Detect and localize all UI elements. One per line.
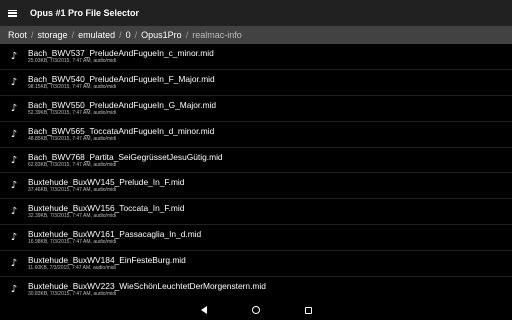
file-row[interactable]: ♪ Buxtehude_BuxWV223_WieSchönLeuchtetDer… xyxy=(0,277,512,300)
file-name: Bach_BWV565_ToccataAndFugueIn_d_minor.mi… xyxy=(28,125,215,136)
file-name: Bach_BWV537_PreludeAndFugueIn_c_minor.mi… xyxy=(28,47,214,58)
file-row[interactable]: ♪ Bach_BWV768_Partita_SeiGegrüssetJesuGü… xyxy=(0,148,512,174)
file-name: Bach_BWV540_PreludeAndFugueIn_F_Major.mi… xyxy=(28,73,215,84)
music-note-icon: ♪ xyxy=(10,128,18,140)
breadcrumb-separator: / xyxy=(71,30,75,40)
music-note-icon: ♪ xyxy=(10,50,18,62)
file-row[interactable]: ♪ Bach_BWV550_PreludeAndFugueIn_G_Major.… xyxy=(0,96,512,122)
breadcrumb-separator: / xyxy=(185,30,189,40)
file-row[interactable]: ♪ Bach_BWV537_PreludeAndFugueIn_c_minor.… xyxy=(0,44,512,70)
music-note-icon: ♪ xyxy=(10,283,18,295)
app-title: Opus #1 Pro File Selector xyxy=(30,8,140,18)
hamburger-menu-icon[interactable] xyxy=(8,9,17,17)
file-meta: 25.03KB, 7/3/2015, 7:47 AM, audio/midi xyxy=(28,57,117,64)
file-row[interactable]: ♪ Bach_BWV540_PreludeAndFugueIn_F_Major.… xyxy=(0,70,512,96)
file-meta: 30.83KB, 7/3/2015, 7:47 AM, audio/midi xyxy=(28,290,117,297)
breadcrumb-separator: / xyxy=(119,30,122,40)
nav-back-button[interactable] xyxy=(178,300,230,320)
home-circle-icon xyxy=(252,306,260,314)
breadcrumb-current-folder: realmac-info xyxy=(192,30,242,40)
back-triangle-icon xyxy=(201,306,207,314)
music-note-icon: ♪ xyxy=(10,154,18,166)
nav-home-button[interactable] xyxy=(230,300,282,320)
file-meta: 62.83KB, 7/3/2015, 7:47 AM, audio/midi xyxy=(28,161,117,168)
file-meta: 98.15KB, 7/3/2015, 7:47 AM, audio/midi xyxy=(28,83,117,90)
file-name: Buxtehude_BuxWV145_Prelude_In_F.mid xyxy=(28,177,185,188)
music-note-icon: ♪ xyxy=(10,258,18,270)
breadcrumb-emulated[interactable]: emulated xyxy=(78,30,115,40)
breadcrumb-separator: / xyxy=(134,30,138,40)
music-note-icon: ♪ xyxy=(10,206,18,218)
breadcrumb-root[interactable]: Root xyxy=(8,30,27,40)
file-meta: 32.39KB, 7/3/2015, 7:47 AM, audio/midi xyxy=(28,213,117,220)
file-name: Buxtehude_BuxWV223_WieSchönLeuchtetDerMo… xyxy=(28,280,266,291)
file-row[interactable]: ♪ Bach_BWV565_ToccataAndFugueIn_d_minor.… xyxy=(0,122,512,148)
file-row[interactable]: ♪ Buxtehude_BuxWV184_EinFesteBurg.mid 11… xyxy=(0,251,512,278)
recents-square-icon xyxy=(304,306,312,314)
file-name: Buxtehude_BuxWV161_Passacaglia_In_d.mid xyxy=(28,229,202,240)
file-meta: 11.60KB, 7/3/2015, 7:47 AM, audio/midi xyxy=(28,265,116,272)
music-note-icon: ♪ xyxy=(10,102,18,114)
music-note-icon: ♪ xyxy=(10,232,18,244)
file-meta: 52.39KB, 7/3/2015, 7:47 AM, audio/midi xyxy=(28,109,117,116)
nav-recents-button[interactable] xyxy=(282,300,334,320)
file-row[interactable]: ♪ Buxtehude_BuxWV145_Prelude_In_F.mid 37… xyxy=(0,173,512,200)
breadcrumb-storage[interactable]: storage xyxy=(38,30,68,40)
file-meta: 48.85KB, 7/3/2015, 7:47 AM, audio/midi xyxy=(28,135,117,142)
music-note-icon: ♪ xyxy=(10,180,18,192)
app-bar: Opus #1 Pro File Selector xyxy=(0,0,512,26)
file-name: Bach_BWV550_PreludeAndFugueIn_G_Major.mi… xyxy=(28,99,217,110)
breadcrumb-separator: / xyxy=(31,30,34,40)
file-meta: 37.46KB, 7/3/2015, 7:47 AM, audio/midi xyxy=(28,187,117,194)
file-row[interactable]: ♪ Buxtehude_BuxWV156_Toccata_In_F.mid 32… xyxy=(0,199,512,226)
file-name: Bach_BWV768_Partita_SeiGegrüssetJesuGüti… xyxy=(28,151,223,162)
file-name: Buxtehude_BuxWV184_EinFesteBurg.mid xyxy=(28,255,186,266)
system-nav-bar xyxy=(0,300,512,320)
breadcrumb-opus1pro[interactable]: Opus1Pro xyxy=(141,30,182,40)
file-list: ♪ Bach_BWV537_PreludeAndFugueIn_c_minor.… xyxy=(0,44,512,300)
file-name: Buxtehude_BuxWV156_Toccata_In_F.mid xyxy=(28,203,185,214)
breadcrumb-0[interactable]: 0 xyxy=(126,30,131,40)
file-row[interactable]: ♪ Buxtehude_BuxWV161_Passacaglia_In_d.mi… xyxy=(0,225,512,252)
breadcrumb: Root / storage / emulated / 0 / Opus1Pro… xyxy=(0,26,512,44)
file-meta: 16.98KB, 7/3/2015, 7:47 AM, audio/midi xyxy=(28,239,117,246)
music-note-icon: ♪ xyxy=(10,76,18,88)
